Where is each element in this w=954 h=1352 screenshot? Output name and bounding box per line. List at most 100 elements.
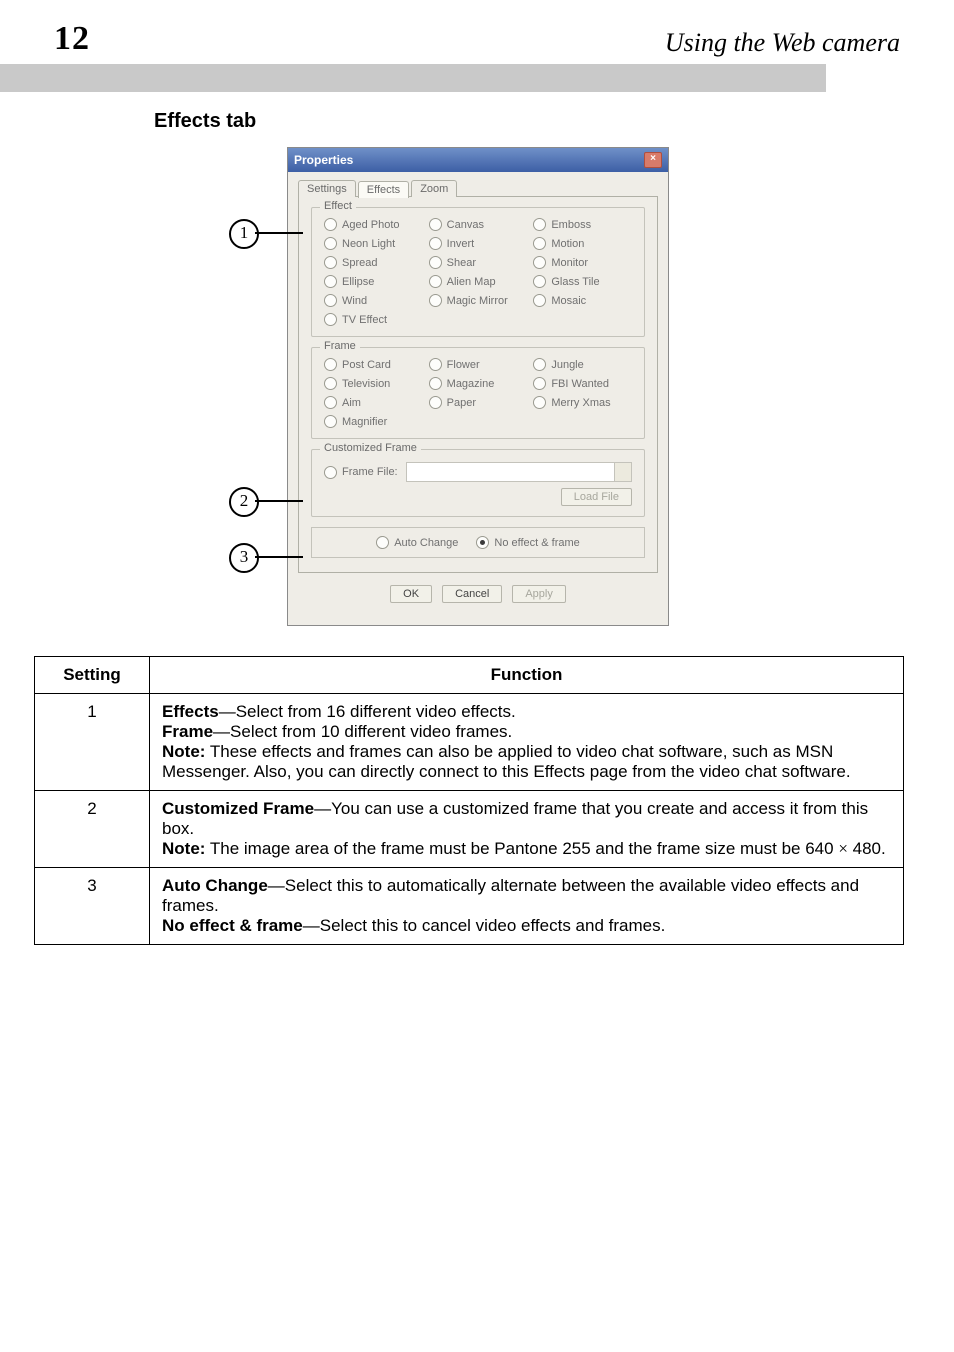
effect-option[interactable]: Spread — [324, 256, 423, 269]
frame-option[interactable]: Magnifier — [324, 415, 423, 428]
frame-label: Post Card — [342, 359, 391, 371]
effect-option[interactable]: Monitor — [533, 256, 632, 269]
effect-option[interactable]: Wind — [324, 294, 423, 307]
row1-number: 1 — [35, 694, 150, 791]
frame-group: Frame Post Card Flower Jungle Television… — [311, 347, 645, 439]
table-head-function: Function — [150, 657, 904, 694]
note-term: Note: — [162, 742, 205, 761]
frame-label: Paper — [447, 397, 476, 409]
section-heading: Effects tab — [154, 110, 904, 133]
effect-option[interactable]: Shear — [429, 256, 528, 269]
effect-option[interactable]: Glass Tile — [533, 275, 632, 288]
row3-number: 3 — [35, 868, 150, 945]
radio-icon — [324, 313, 337, 326]
frame-option[interactable]: Merry Xmas — [533, 396, 632, 409]
effect-label: Alien Map — [447, 276, 496, 288]
table-row: 2 Customized Frame—You can use a customi… — [35, 791, 904, 868]
radio-icon — [324, 415, 337, 428]
effect-label: Canvas — [447, 219, 484, 231]
frame-desc: —Select from 10 different video frames. — [213, 722, 512, 741]
effect-label: TV Effect — [342, 314, 387, 326]
frame-option[interactable]: Paper — [429, 396, 528, 409]
frame-option[interactable]: Television — [324, 377, 423, 390]
frame-option[interactable]: FBI Wanted — [533, 377, 632, 390]
effect-option[interactable]: Aged Photo — [324, 218, 423, 231]
frame-option[interactable]: Magazine — [429, 377, 528, 390]
frame-option[interactable]: Post Card — [324, 358, 423, 371]
radio-icon — [533, 218, 546, 231]
effect-option[interactable]: Magic Mirror — [429, 294, 528, 307]
callout-3: 3 — [229, 543, 259, 573]
effect-label: Wind — [342, 295, 367, 307]
radio-icon — [429, 396, 442, 409]
radio-icon — [533, 256, 546, 269]
table-row: 1 Effects—Select from 16 different video… — [35, 694, 904, 791]
effect-option[interactable]: Emboss — [533, 218, 632, 231]
frame-group-title: Frame — [320, 340, 360, 352]
effect-option[interactable]: Canvas — [429, 218, 528, 231]
effect-option[interactable]: TV Effect — [324, 313, 423, 326]
table-head-setting: Setting — [35, 657, 150, 694]
effect-label: Ellipse — [342, 276, 374, 288]
chapter-title: Using the Web camera — [665, 28, 904, 58]
tab-zoom[interactable]: Zoom — [411, 180, 457, 197]
row2-function: Customized Frame—You can use a customize… — [150, 791, 904, 868]
effect-label: Motion — [551, 238, 584, 250]
radio-icon — [429, 237, 442, 250]
effect-option[interactable]: Mosaic — [533, 294, 632, 307]
auto-change-radio[interactable]: Auto Change — [376, 536, 458, 549]
effect-group: Effect Aged Photo Canvas Emboss Neon Lig… — [311, 207, 645, 337]
row2-number: 2 — [35, 791, 150, 868]
note-term: Note: — [162, 839, 205, 858]
auto-change-label: Auto Change — [394, 537, 458, 549]
frame-option[interactable]: Jungle — [533, 358, 632, 371]
effect-option[interactable]: Alien Map — [429, 275, 528, 288]
no-effect-frame-term: No effect & frame — [162, 916, 303, 935]
load-file-button[interactable]: Load File — [561, 488, 632, 506]
no-effect-label: No effect & frame — [494, 537, 579, 549]
effects-desc: —Select from 16 different video effects. — [219, 702, 516, 721]
radio-icon — [533, 294, 546, 307]
radio-icon — [429, 275, 442, 288]
effect-group-title: Effect — [320, 200, 356, 212]
frame-option[interactable]: Flower — [429, 358, 528, 371]
effect-label: Mosaic — [551, 295, 586, 307]
effect-option[interactable]: Invert — [429, 237, 528, 250]
ok-button[interactable]: OK — [390, 585, 432, 603]
settings-table: Setting Function 1 Effects—Select from 1… — [34, 656, 904, 945]
callout-2-leader — [255, 500, 303, 502]
radio-icon — [324, 377, 337, 390]
effect-option[interactable]: Motion — [533, 237, 632, 250]
no-effect-radio[interactable]: No effect & frame — [476, 536, 579, 549]
frame-term: Frame — [162, 722, 213, 741]
effect-label: Monitor — [551, 257, 588, 269]
effect-option[interactable]: Ellipse — [324, 275, 423, 288]
radio-icon — [324, 466, 337, 479]
frame-label: Aim — [342, 397, 361, 409]
frame-label: Jungle — [551, 359, 583, 371]
customized-frame-group: Customized Frame Frame File: Load File — [311, 449, 645, 517]
mode-group: Auto Change No effect & frame — [311, 527, 645, 558]
radio-icon — [429, 218, 442, 231]
frame-file-input[interactable] — [406, 462, 632, 482]
cancel-button[interactable]: Cancel — [442, 585, 502, 603]
frame-label: FBI Wanted — [551, 378, 609, 390]
frame-label: Magazine — [447, 378, 495, 390]
apply-button[interactable]: Apply — [512, 585, 566, 603]
radio-icon — [533, 396, 546, 409]
customized-frame-title: Customized Frame — [320, 442, 421, 454]
tab-settings[interactable]: Settings — [298, 180, 356, 197]
close-icon[interactable]: × — [644, 152, 662, 168]
tab-effects[interactable]: Effects — [358, 181, 409, 198]
radio-icon — [324, 294, 337, 307]
radio-icon — [429, 256, 442, 269]
customized-frame-term: Customized Frame — [162, 799, 314, 818]
effect-label: Magic Mirror — [447, 295, 508, 307]
radio-icon — [429, 377, 442, 390]
radio-icon — [533, 275, 546, 288]
frame-file-radio[interactable]: Frame File: — [324, 466, 398, 479]
effect-option[interactable]: Neon Light — [324, 237, 423, 250]
frame-label: Magnifier — [342, 416, 387, 428]
page-number: 12 — [34, 20, 90, 58]
frame-option[interactable]: Aim — [324, 396, 423, 409]
